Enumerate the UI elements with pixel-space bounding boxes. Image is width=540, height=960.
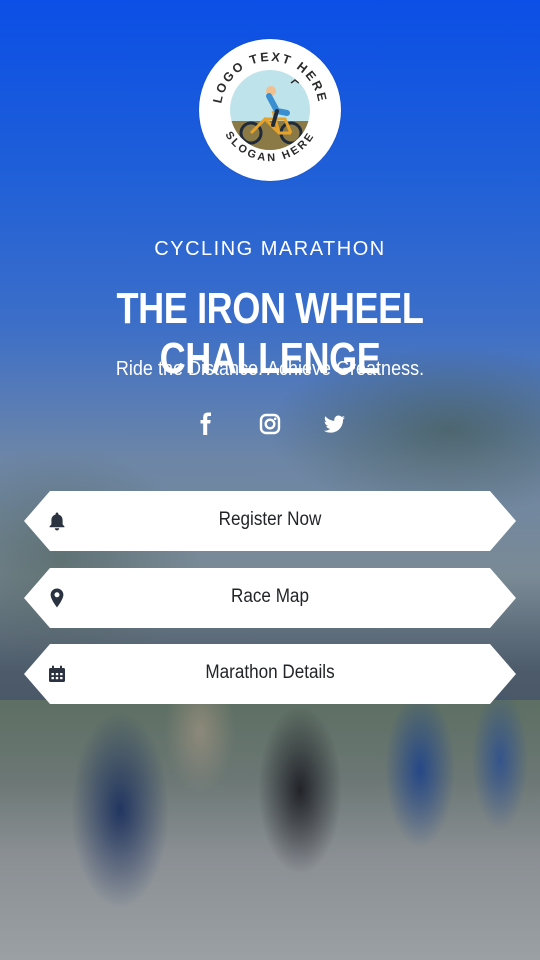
race-map-label: Race Map xyxy=(231,586,309,607)
marathon-details-label: Marathon Details xyxy=(205,662,335,683)
register-now-label: Register Now xyxy=(218,509,322,530)
race-map-button[interactable]: Race Map xyxy=(24,568,516,628)
register-now-button[interactable]: Register Now xyxy=(24,491,516,551)
tagline: Ride the Distance. Achieve Greatness. xyxy=(115,358,425,380)
twitter-icon[interactable] xyxy=(319,409,349,439)
facebook-icon[interactable] xyxy=(191,409,221,439)
event-category: CYCLING MARATHON xyxy=(154,238,386,260)
instagram-icon[interactable] xyxy=(255,409,285,439)
social-links xyxy=(0,409,540,439)
cyclist-icon: LOGO TEXT HERE SLOGAN HERE xyxy=(200,40,340,180)
marathon-details-button[interactable]: Marathon Details xyxy=(24,644,516,704)
brand-logo: LOGO TEXT HERE SLOGAN HERE xyxy=(199,39,341,181)
